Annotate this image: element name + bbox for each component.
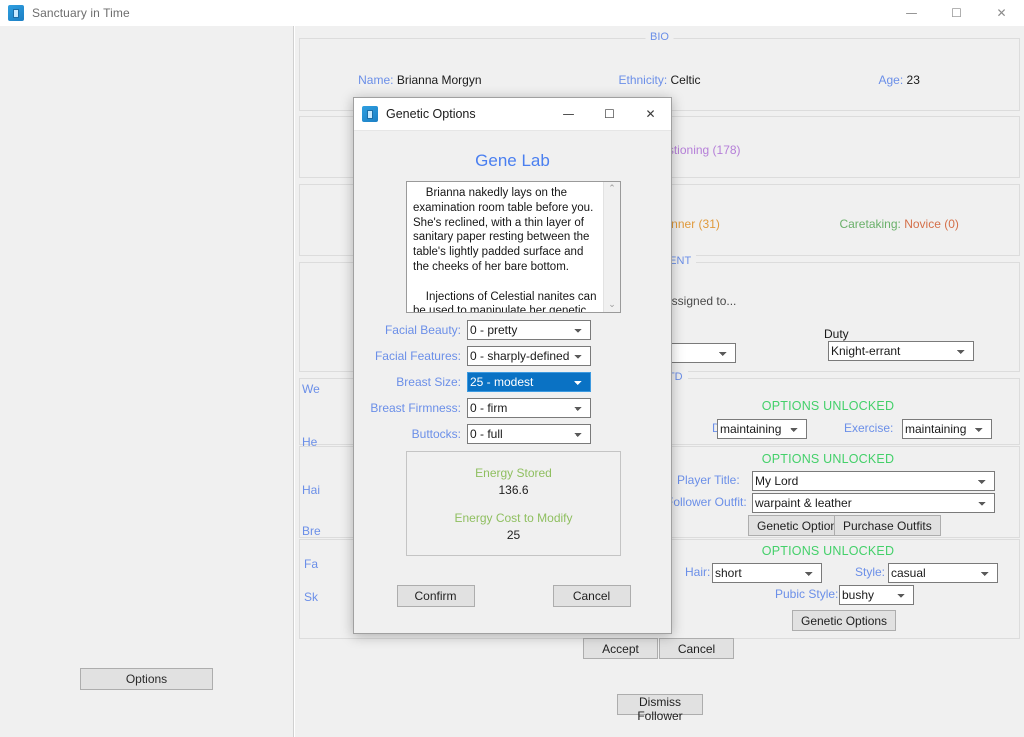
genetic-options-button-grooming[interactable]: Genetic Options <box>792 610 896 631</box>
caretaking-label: Caretaking: <box>839 217 900 231</box>
dialog-maximize-icon[interactable]: ☐ <box>589 98 630 131</box>
purchase-outfits-button[interactable]: Purchase Outfits <box>834 515 941 536</box>
partial-label-sk: Sk <box>304 590 318 604</box>
style-select[interactable]: casualbraidedformal <box>888 563 998 583</box>
scroll-down-icon[interactable]: ⌄ <box>608 300 616 310</box>
partial-label-he: He <box>302 435 317 449</box>
bio-name-value: Brianna Morgyn <box>397 73 482 87</box>
app-icon <box>8 5 24 21</box>
hair-label: Hair: <box>685 565 710 579</box>
duty-label: Duty <box>824 327 849 341</box>
grooming-unlocked-badge: OPTIONS UNLOCKED <box>638 544 1018 558</box>
exercise-label: Exercise: <box>844 421 893 435</box>
gene-trait-label: Breast Firmness: <box>370 401 461 415</box>
gene-trait-row: Breast Size: 25 - modest50 - ample75 - la… <box>354 372 673 392</box>
dialog-app-icon <box>362 106 378 122</box>
accept-button[interactable]: Accept <box>583 638 658 659</box>
cancel-button[interactable]: Cancel <box>659 638 734 659</box>
caretaking-value: Novice (0) <box>904 217 959 231</box>
energy-stored-label: Energy Stored <box>475 466 552 480</box>
bio-age: Age: 23 <box>779 73 1019 87</box>
window-titlebar: Sanctuary in Time — ☐ ✕ <box>0 0 1024 26</box>
appearance-unlocked-badge: OPTIONS UNLOCKED <box>638 452 1018 466</box>
gene-trait-row: Breast Firmness: 0 - firm1 - soft2 - pert <box>354 398 673 418</box>
left-pane: Options <box>0 26 294 737</box>
gene-trait-select[interactable]: 0 - pretty1 - lovely2 - stunning <box>467 320 591 340</box>
partial-label-bre: Bre <box>302 524 321 538</box>
bio-age-value: 23 <box>907 73 920 87</box>
partial-label-fa: Fa <box>304 557 318 571</box>
gene-trait-label: Buttocks: <box>412 427 461 441</box>
duty-select[interactable]: Knight-errantGuardScoutServant <box>828 341 974 361</box>
gene-trait-label: Facial Beauty: <box>385 323 461 337</box>
pubic-style-label: Pubic Style: <box>775 587 838 601</box>
options-button[interactable]: Options <box>80 668 213 690</box>
genetic-options-dialog: Genetic Options — ☐ ✕ Gene Lab Brianna n… <box>353 97 672 634</box>
energy-cost-value: 25 <box>507 528 520 542</box>
dialog-close-icon[interactable]: ✕ <box>630 98 671 131</box>
story-scrollbar[interactable]: ⌃ ⌄ <box>603 182 620 312</box>
gene-trait-label: Facial Features: <box>375 349 461 363</box>
gene-trait-row: Facial Features: 0 - sharply-defined1 - s… <box>354 346 673 366</box>
player-title-select[interactable]: My LordMasterSir <box>752 471 995 491</box>
scroll-up-icon[interactable]: ⌃ <box>608 184 616 194</box>
bio-age-label: Age: <box>878 73 903 87</box>
style-label: Style: <box>855 565 885 579</box>
energy-panel: Energy Stored 136.6 Energy Cost to Modif… <box>406 451 621 556</box>
bio-name-label: Name: <box>358 73 393 87</box>
gene-trait-select[interactable]: 25 - modest50 - ample75 - large <box>467 372 591 392</box>
bio-ethnicity: Ethnicity: Celtic <box>540 73 780 87</box>
dialog-minimize-icon[interactable]: — <box>548 98 589 131</box>
bio-legend: BIO <box>645 31 674 43</box>
dialog-window-controls: — ☐ ✕ <box>548 98 671 131</box>
gene-trait-row: Facial Beauty: 0 - pretty1 - lovely2 - st… <box>354 320 673 340</box>
gene-trait-label: Breast Size: <box>396 375 461 389</box>
bio-ethnicity-value: Celtic <box>671 73 701 87</box>
gene-trait-row: Buttocks: 0 - full1 - round2 - toned <box>354 424 673 444</box>
bio-ethnicity-label: Ethnicity: <box>618 73 667 87</box>
window-controls: — ☐ ✕ <box>889 0 1024 26</box>
window-title: Sanctuary in Time <box>32 6 130 20</box>
gene-trait-select[interactable]: 0 - sharply-defined1 - soft2 - delicate <box>467 346 591 366</box>
partial-label-hai: Hai <box>302 483 320 497</box>
gene-trait-select[interactable]: 0 - firm1 - soft2 - pert <box>467 398 591 418</box>
app-root: Sanctuary in Time — ☐ ✕ Options BIO Name… <box>0 0 1024 737</box>
dialog-confirm-button[interactable]: Confirm <box>397 585 475 607</box>
partial-label-we: We <box>302 382 320 396</box>
gene-trait-select[interactable]: 0 - full1 - round2 - toned <box>467 424 591 444</box>
dialog-title: Genetic Options <box>386 107 476 121</box>
dialog-heading: Gene Lab <box>354 151 671 171</box>
story-text: Brianna nakedly lays on the examination … <box>407 182 603 312</box>
diet-select[interactable]: maintaininggaininglosing <box>717 419 807 439</box>
dismiss-follower-button[interactable]: Dismiss Follower <box>617 694 703 715</box>
gene-trait-list: Facial Beauty: 0 - pretty1 - lovely2 - st… <box>354 320 673 450</box>
minimize-icon[interactable]: — <box>889 0 934 26</box>
pubic-style-select[interactable]: bushytrimmedbare <box>839 585 914 605</box>
maximize-icon[interactable]: ☐ <box>934 0 979 26</box>
energy-stored-value: 136.6 <box>498 483 528 497</box>
dialog-titlebar: Genetic Options — ☐ ✕ <box>354 98 671 131</box>
bio-name: Name: Brianna Morgyn <box>300 73 540 87</box>
story-textbox[interactable]: Brianna nakedly lays on the examination … <box>406 181 621 313</box>
follower-outfit-label: Follower Outfit: <box>666 495 747 509</box>
energy-cost-label: Energy Cost to Modify <box>454 511 572 525</box>
player-title-label: Player Title: <box>677 473 740 487</box>
dialog-actions: Confirm Cancel <box>354 585 673 607</box>
close-icon[interactable]: ✕ <box>979 0 1024 26</box>
caretaking-stat: Caretaking: Novice (0) <box>779 217 1019 231</box>
exercise-select[interactable]: maintainingincreasingresting <box>902 419 992 439</box>
dialog-cancel-button[interactable]: Cancel <box>553 585 631 607</box>
contd-unlocked-badge: OPTIONS UNLOCKED <box>638 399 1018 413</box>
hair-select[interactable]: shortlongshaved <box>712 563 822 583</box>
follower-outfit-select[interactable]: warpaint & leatherlinen dressnude <box>752 493 995 513</box>
